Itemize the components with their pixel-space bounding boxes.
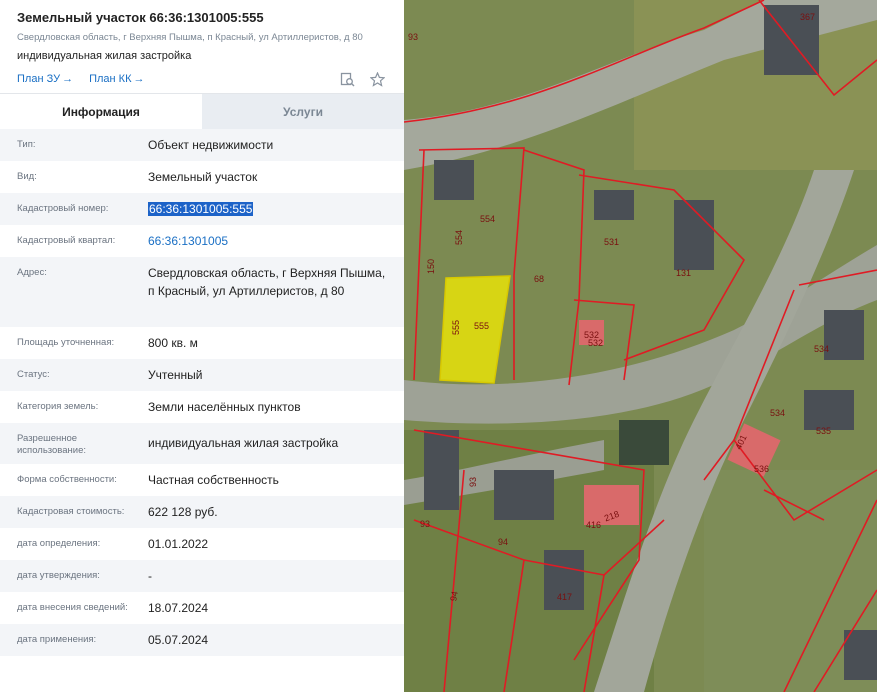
parcel-label: 131 xyxy=(676,268,691,278)
info-row-permitted-use: Разрешенное использование: индивидуальная… xyxy=(0,423,404,464)
info-row-kind: Вид: Земельный участок xyxy=(0,161,404,193)
parcel-label: 93 xyxy=(420,519,430,529)
info-label: Статус: xyxy=(17,369,50,380)
parcel-address: Свердловская область, г Верхняя Пышма, п… xyxy=(17,32,363,43)
info-label: Площадь уточненная: xyxy=(17,337,115,348)
info-value: Свердловская область, г Верхняя Пышма, п… xyxy=(148,266,386,298)
info-label: Разрешенное использование: xyxy=(17,433,87,456)
parcel-label: 417 xyxy=(557,592,572,602)
header-tools xyxy=(339,71,385,87)
parcel-label: 94 xyxy=(448,590,460,602)
parcel-label: 93 xyxy=(408,32,418,42)
info-row-ownership: Форма собственности: Частная собственност… xyxy=(0,464,404,496)
info-label: дата определения: xyxy=(17,538,101,549)
info-row-date-approved: дата утверждения: - xyxy=(0,560,404,592)
parcel-label: 416 xyxy=(586,520,601,530)
plan-zu-link[interactable]: План ЗУ → xyxy=(17,73,73,85)
arrow-right-icon: → xyxy=(133,73,145,85)
panel-header: Земельный участок 66:36:1301005:555 Свер… xyxy=(0,0,404,94)
info-value: 66:36:1301005:555 xyxy=(148,193,404,218)
cadastral-quarter-link[interactable]: 66:36:1301005 xyxy=(148,225,404,250)
info-row-date-determined: дата определения: 01.01.2022 xyxy=(0,528,404,560)
star-icon[interactable] xyxy=(369,71,385,87)
info-label: Кадастровая стоимость: xyxy=(17,506,125,517)
arrow-right-icon: → xyxy=(62,73,74,85)
info-value: индивидуальная жилая застройка xyxy=(148,436,339,450)
parcel-label: 532 xyxy=(588,338,603,348)
tab-info[interactable]: Информация xyxy=(0,94,202,129)
info-label: Кадастровый квартал: xyxy=(17,235,116,246)
parcel-label: 554 xyxy=(480,214,495,224)
info-row-cadastral-cost: Кадастровая стоимость: 622 128 руб. xyxy=(0,496,404,528)
parcel-label: 367 xyxy=(800,12,815,22)
info-label: Тип: xyxy=(17,139,36,150)
info-row-cadastral-quarter: Кадастровый квартал: 66:36:1301005 xyxy=(0,225,404,257)
parcel-label: 68 xyxy=(534,274,544,284)
info-label: дата утверждения: xyxy=(17,570,100,581)
info-value: Частная собственность xyxy=(148,473,279,487)
plan-kk-link[interactable]: План КК → xyxy=(89,73,144,85)
info-label: Адрес: xyxy=(17,267,47,278)
info-value: Земельный участок xyxy=(148,170,258,184)
info-label: Форма собственности: xyxy=(17,474,117,485)
info-label: Категория земель: xyxy=(17,401,99,412)
app-window: Земельный участок 66:36:1301005:555 Свер… xyxy=(0,0,877,692)
map-canvas[interactable]: 367 93 554 554 531 131 150 555 555 68 53… xyxy=(404,0,877,692)
info-row-date-entered: дата внесения сведений: 18.07.2024 xyxy=(0,592,404,624)
info-label: Кадастровый номер: xyxy=(17,203,109,214)
info-row-area: Площадь уточненная: 800 кв. м xyxy=(0,327,404,359)
cadastral-number-selected[interactable]: 66:36:1301005:555 xyxy=(148,202,254,216)
parcel-label: 534 xyxy=(770,408,785,418)
parcel-label: 534 xyxy=(814,344,829,354)
info-value: 622 128 руб. xyxy=(148,505,218,519)
info-label: дата внесения сведений: xyxy=(17,602,128,613)
info-panel: Земельный участок 66:36:1301005:555 Свер… xyxy=(0,0,404,692)
info-row-address: Адрес: Свердловская область, г Верхняя Пы… xyxy=(0,257,404,327)
info-table: Тип: Объект недвижимости Вид: Земельный уч… xyxy=(0,129,404,656)
parcel-label: 555 xyxy=(451,320,461,335)
info-value: - xyxy=(148,569,152,583)
plan-zu-label: План ЗУ xyxy=(17,73,61,85)
info-value: Учтенный xyxy=(148,368,203,382)
parcel-label: 535 xyxy=(816,426,831,436)
plan-kk-label: План КК xyxy=(89,73,132,85)
satellite-map[interactable]: 367 93 554 554 531 131 150 555 555 68 53… xyxy=(404,0,877,692)
parcel-label: 94 xyxy=(498,537,508,547)
info-row-type: Тип: Объект недвижимости xyxy=(0,129,404,161)
search-doc-icon[interactable] xyxy=(339,71,355,87)
info-label: дата применения: xyxy=(17,634,97,645)
info-value: 05.07.2024 xyxy=(148,633,209,647)
info-label: Вид: xyxy=(17,171,37,182)
parcel-label: 554 xyxy=(454,230,464,245)
info-row-cadastral-number: Кадастровый номер: 66:36:1301005:555 xyxy=(0,193,404,225)
parcel-label: 531 xyxy=(604,237,619,247)
parcel-use: индивидуальная жилая застройка xyxy=(17,50,192,62)
header-links: План ЗУ → План КК → xyxy=(17,70,387,88)
tab-services[interactable]: Услуги xyxy=(202,94,404,129)
info-row-date-applied: дата применения: 05.07.2024 xyxy=(0,624,404,656)
info-value: 01.01.2022 xyxy=(148,537,209,551)
tab-bar: Информация Услуги xyxy=(0,94,404,129)
info-row-land-category: Категория земель: Земли населённых пункто… xyxy=(0,391,404,423)
parcel-label: 93 xyxy=(468,477,478,487)
info-row-status: Статус: Учтенный xyxy=(0,359,404,391)
parcel-label: 536 xyxy=(754,464,769,474)
parcel-title: Земельный участок 66:36:1301005:555 xyxy=(17,10,264,25)
pond xyxy=(619,420,669,465)
parcel-label: 150 xyxy=(426,259,436,274)
parcel-label: 555 xyxy=(474,321,489,331)
info-value: 18.07.2024 xyxy=(148,601,209,615)
info-value: Земли населённых пунктов xyxy=(148,400,301,414)
info-value: 800 кв. м xyxy=(148,336,198,350)
info-value: Объект недвижимости xyxy=(148,138,274,152)
